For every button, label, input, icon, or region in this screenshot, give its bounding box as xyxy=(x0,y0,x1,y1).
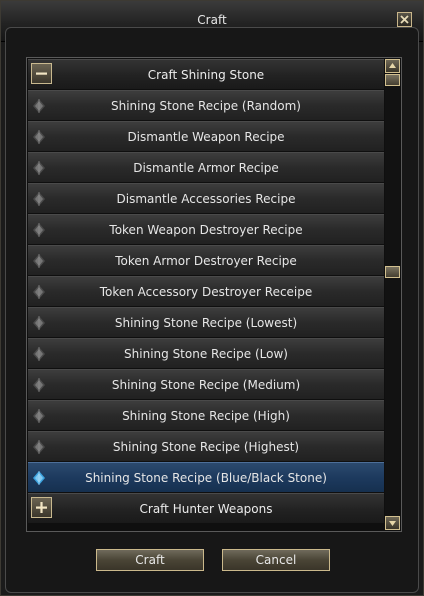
recipe-row[interactable]: Shining Stone Recipe (Random) xyxy=(28,90,384,120)
arrow-down-icon xyxy=(389,521,396,526)
craft-window: Craft Craft Shining Stone Shining Stone R… xyxy=(0,0,424,596)
recipe-row[interactable]: Shining Stone Recipe (High) xyxy=(28,400,384,430)
recipe-row[interactable]: Dismantle Weapon Recipe xyxy=(28,121,384,151)
row-label: Token Armor Destroyer Recipe xyxy=(115,254,297,268)
row-label: Craft Shining Stone xyxy=(147,68,265,82)
row-label: Craft Hunter Weapons xyxy=(139,502,273,516)
row-label: Dismantle Armor Recipe xyxy=(133,161,279,175)
category-row[interactable]: Craft Hunter Weapons xyxy=(28,493,384,523)
close-button[interactable] xyxy=(397,12,412,27)
recipe-row[interactable]: Shining Stone Recipe (Low) xyxy=(28,338,384,368)
row-label: Shining Stone Recipe (High) xyxy=(122,409,290,423)
recipe-list: Craft Shining Stone Shining Stone Recipe … xyxy=(28,59,384,524)
recipe-row[interactable]: Dismantle Armor Recipe xyxy=(28,152,384,182)
recipe-row[interactable]: Shining Stone Recipe (Blue/Black Stone) xyxy=(28,462,384,492)
row-label: Token Accessory Destroyer Receipe xyxy=(99,285,313,299)
window-title: Craft xyxy=(197,13,227,27)
scroll-down-button[interactable] xyxy=(385,516,400,530)
recipe-row[interactable]: Shining Stone Recipe (Highest) xyxy=(28,431,384,461)
row-label: Dismantle Weapon Recipe xyxy=(127,130,285,144)
close-icon xyxy=(400,15,409,24)
row-label: Shining Stone Recipe (Random) xyxy=(111,99,301,113)
row-label: Dismantle Accessories Recipe xyxy=(116,192,296,206)
recipe-row[interactable]: Token Weapon Destroyer Recipe xyxy=(28,214,384,244)
row-label: Shining Stone Recipe (Lowest) xyxy=(114,316,298,330)
recipe-list-panel: Craft Shining Stone Shining Stone Recipe … xyxy=(26,57,402,532)
recipe-row[interactable]: Shining Stone Recipe (Lowest) xyxy=(28,307,384,337)
row-label: Shining Stone Recipe (Highest) xyxy=(112,440,300,454)
category-row[interactable]: Craft Shining Stone xyxy=(28,59,384,89)
recipe-row[interactable]: Token Armor Destroyer Recipe xyxy=(28,245,384,275)
row-label: Shining Stone Recipe (Low) xyxy=(124,347,288,361)
cancel-button[interactable]: Cancel xyxy=(222,549,330,571)
recipe-row[interactable]: Shining Stone Recipe (Medium) xyxy=(28,369,384,399)
arrow-up-icon xyxy=(389,63,396,68)
recipe-row[interactable]: Dismantle Accessories Recipe xyxy=(28,183,384,213)
scroll-up-button[interactable] xyxy=(385,59,400,73)
scroll-thumb-top[interactable] xyxy=(385,74,400,86)
craft-button[interactable]: Craft xyxy=(96,549,204,571)
row-label: Token Weapon Destroyer Recipe xyxy=(109,223,303,237)
recipe-row[interactable]: Token Accessory Destroyer Receipe xyxy=(28,276,384,306)
scroll-thumb[interactable] xyxy=(385,266,400,278)
row-label: Shining Stone Recipe (Blue/Black Stone) xyxy=(85,471,327,485)
row-label: Shining Stone Recipe (Medium) xyxy=(111,378,301,392)
scrollbar[interactable] xyxy=(385,59,400,530)
